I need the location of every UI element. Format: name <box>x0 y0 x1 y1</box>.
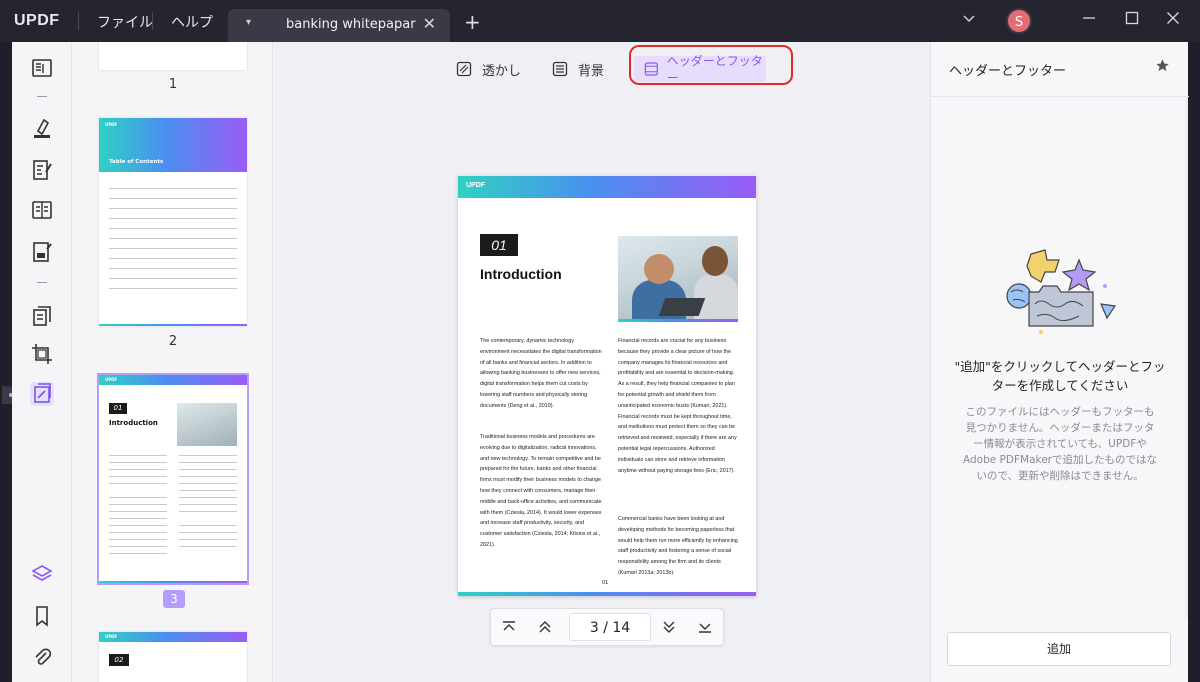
menu-file[interactable]: ファイル <box>97 12 153 32</box>
page-header-band: UPDF <box>458 176 756 198</box>
thumb-logo: UPDF <box>105 634 118 639</box>
attachment-icon[interactable] <box>30 646 54 670</box>
divider <box>152 12 153 30</box>
divider <box>78 12 79 30</box>
page-number-field[interactable]: 3 / 14 <box>569 613 651 641</box>
previous-page-button[interactable] <box>535 617 555 637</box>
watermark-label: 透かし <box>482 63 522 79</box>
divider <box>37 96 47 97</box>
empty-state-illustration <box>1006 249 1117 334</box>
page-logo: UPDF <box>466 182 486 189</box>
close-window-button[interactable] <box>1166 10 1180 29</box>
star-icon[interactable] <box>1155 58 1170 77</box>
empty-state-description: このファイルにはヘッダーもフッターも見つかりません。ヘッダーまたはフッター情報が… <box>963 406 1157 482</box>
thumbnail-panel: 1 UPDF Table of Contents 2 UPDF 01 Intro… <box>73 42 273 682</box>
organize-pages-icon[interactable] <box>30 304 54 328</box>
highlight-ring <box>629 45 793 85</box>
document-canvas: 透かし 背景 ヘッダーとフッター UPDF 01 Introduction Th… <box>274 42 930 682</box>
panel-title: ヘッダーとフッター <box>949 64 1067 79</box>
divider <box>37 282 47 283</box>
crop-icon[interactable] <box>30 342 54 366</box>
page-number-1: 1 <box>168 77 178 92</box>
thumb-logo: UPDF <box>105 377 118 382</box>
background-label: 背景 <box>578 63 605 79</box>
page-number-2: 2 <box>168 334 178 349</box>
background-icon <box>552 61 568 77</box>
thumb-badge: 02 <box>109 654 129 666</box>
page-separator: / <box>603 620 608 636</box>
thumb-logo: UPDF <box>105 122 118 127</box>
add-button[interactable]: 追加 <box>947 632 1171 666</box>
page-thumbnail-3[interactable]: UPDF 01 Introduction <box>97 373 249 585</box>
watermark-option[interactable]: 透かし <box>456 54 521 84</box>
photo-image <box>618 236 738 322</box>
page-thumbnail-1[interactable] <box>99 42 247 70</box>
page-thumbnail-2[interactable]: UPDF Table of Contents <box>99 118 247 326</box>
document-tab[interactable]: ▾ banking whitepapar ✕ <box>228 9 450 42</box>
form-icon[interactable] <box>30 240 54 264</box>
divider <box>931 96 1189 97</box>
empty-state-heading: "追加"をクリックしてヘッダーとフッターを作成してください <box>954 359 1166 393</box>
layers-icon[interactable] <box>30 562 54 586</box>
new-tab-button[interactable]: + <box>464 10 481 34</box>
document-page: UPDF 01 Introduction The contemporary, d… <box>458 176 756 596</box>
scrollbar[interactable] <box>1185 98 1188 618</box>
minimize-button[interactable] <box>1082 10 1096 29</box>
current-page: 3 <box>589 620 599 636</box>
header-footer-panel: ヘッダーとフッター "追加"をクリックしてヘッダーとフッターを作成してください … <box>930 42 1189 682</box>
chevron-down-icon[interactable] <box>962 12 976 27</box>
watermark-icon <box>456 61 472 77</box>
section-title: Introduction <box>480 266 562 282</box>
tab-title: banking whitepapar <box>286 17 416 32</box>
tab-dropdown-icon[interactable]: ▾ <box>246 17 251 28</box>
body-text: Traditional business models and procedur… <box>480 434 602 548</box>
edit-text-icon[interactable] <box>30 158 54 182</box>
page-footer-number: 01 <box>602 580 609 586</box>
highlighter-icon[interactable] <box>30 116 54 140</box>
tab-close-icon[interactable]: ✕ <box>423 14 436 33</box>
page-view-icon[interactable] <box>30 198 54 222</box>
last-page-button[interactable] <box>695 617 715 637</box>
page-tools-icon[interactable] <box>30 382 54 406</box>
app-logo: UPDF <box>14 12 60 29</box>
page-footer-band <box>458 592 756 596</box>
avatar[interactable]: S <box>1006 8 1032 34</box>
page-thumbnail-4[interactable]: UPDF 02 <box>99 632 247 682</box>
maximize-button[interactable] <box>1125 10 1139 29</box>
thumb-badge: 01 <box>109 403 127 414</box>
menu-help[interactable]: ヘルプ <box>171 12 213 32</box>
body-text: Commercial banks have been looking at an… <box>618 516 738 576</box>
body-text: The contemporary, dynamic technology env… <box>480 338 602 409</box>
left-toolbar <box>12 42 72 682</box>
background-option[interactable]: 背景 <box>552 54 604 84</box>
reader-icon[interactable] <box>30 56 54 80</box>
title-bar: UPDF ファイル ヘルプ ▾ banking whitepapar ✕ + S <box>0 0 1200 42</box>
next-page-button[interactable] <box>659 617 679 637</box>
body-text: Financial records are crucial for any bu… <box>618 338 737 474</box>
page-number-3: 3 <box>163 590 185 608</box>
first-page-button[interactable] <box>499 617 519 637</box>
page-navigator: 3 / 14 <box>490 608 724 646</box>
bookmark-icon[interactable] <box>30 604 54 628</box>
thumb-heading: Introduction <box>109 419 158 427</box>
section-number: 01 <box>480 234 518 256</box>
thumb-heading: Table of Contents <box>109 159 164 165</box>
total-pages: 14 <box>612 620 631 636</box>
